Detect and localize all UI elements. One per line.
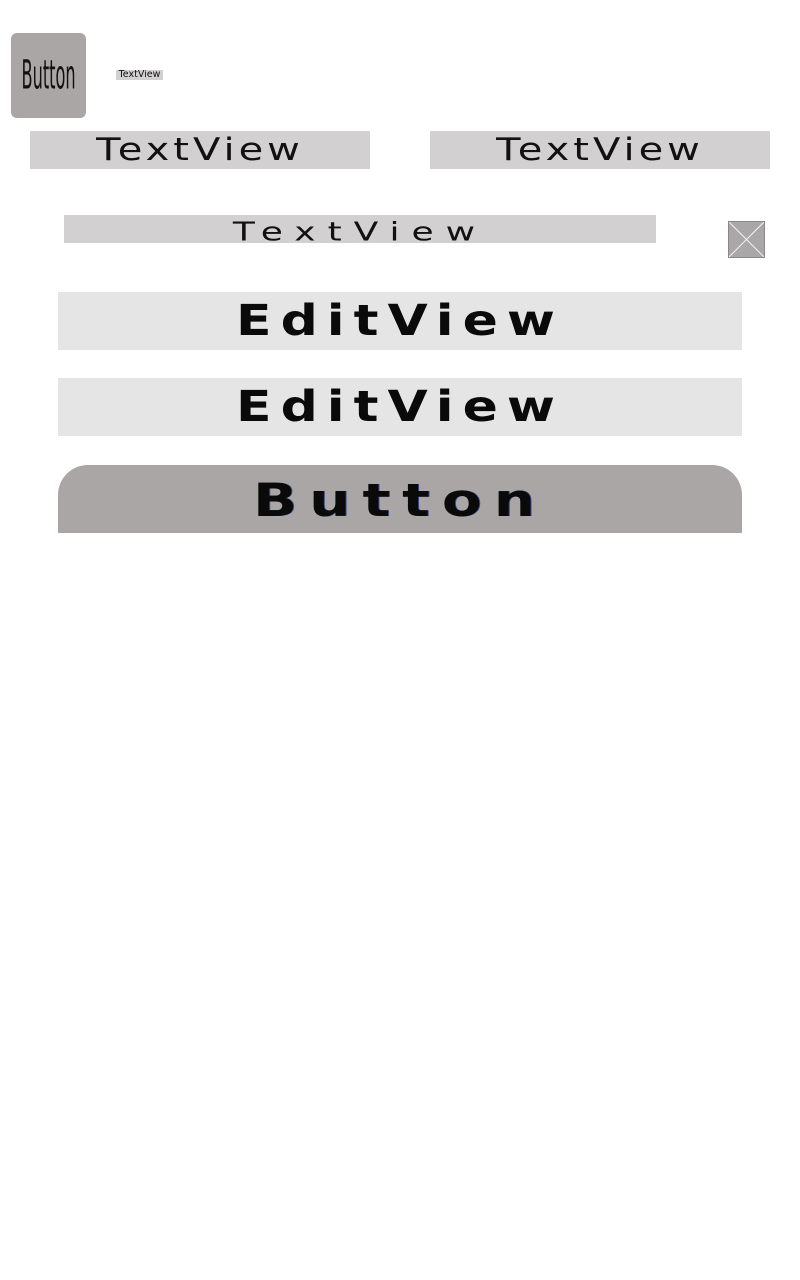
textview-right-text: TextView [496,132,704,168]
textview-right: TextView [430,131,770,169]
edit-field-1[interactable]: EditView [58,292,742,350]
textview-wide: TextView [64,215,656,243]
textview-left: TextView [30,131,370,169]
textview-left-text: TextView [96,132,304,168]
image-placeholder [728,221,765,258]
edit-field-1-value: EditView [236,296,564,346]
textview-wide-text: TextView [232,217,488,243]
small-button[interactable]: Button [11,33,86,118]
tiny-textview: TextView [116,70,163,80]
broken-image-x-icon [729,222,764,257]
small-button-label: Button [21,52,76,99]
main-button[interactable]: Button [58,465,742,533]
edit-field-2[interactable]: EditView [58,378,742,436]
main-button-label: Button [252,474,548,528]
edit-field-2-value: EditView [236,382,564,432]
